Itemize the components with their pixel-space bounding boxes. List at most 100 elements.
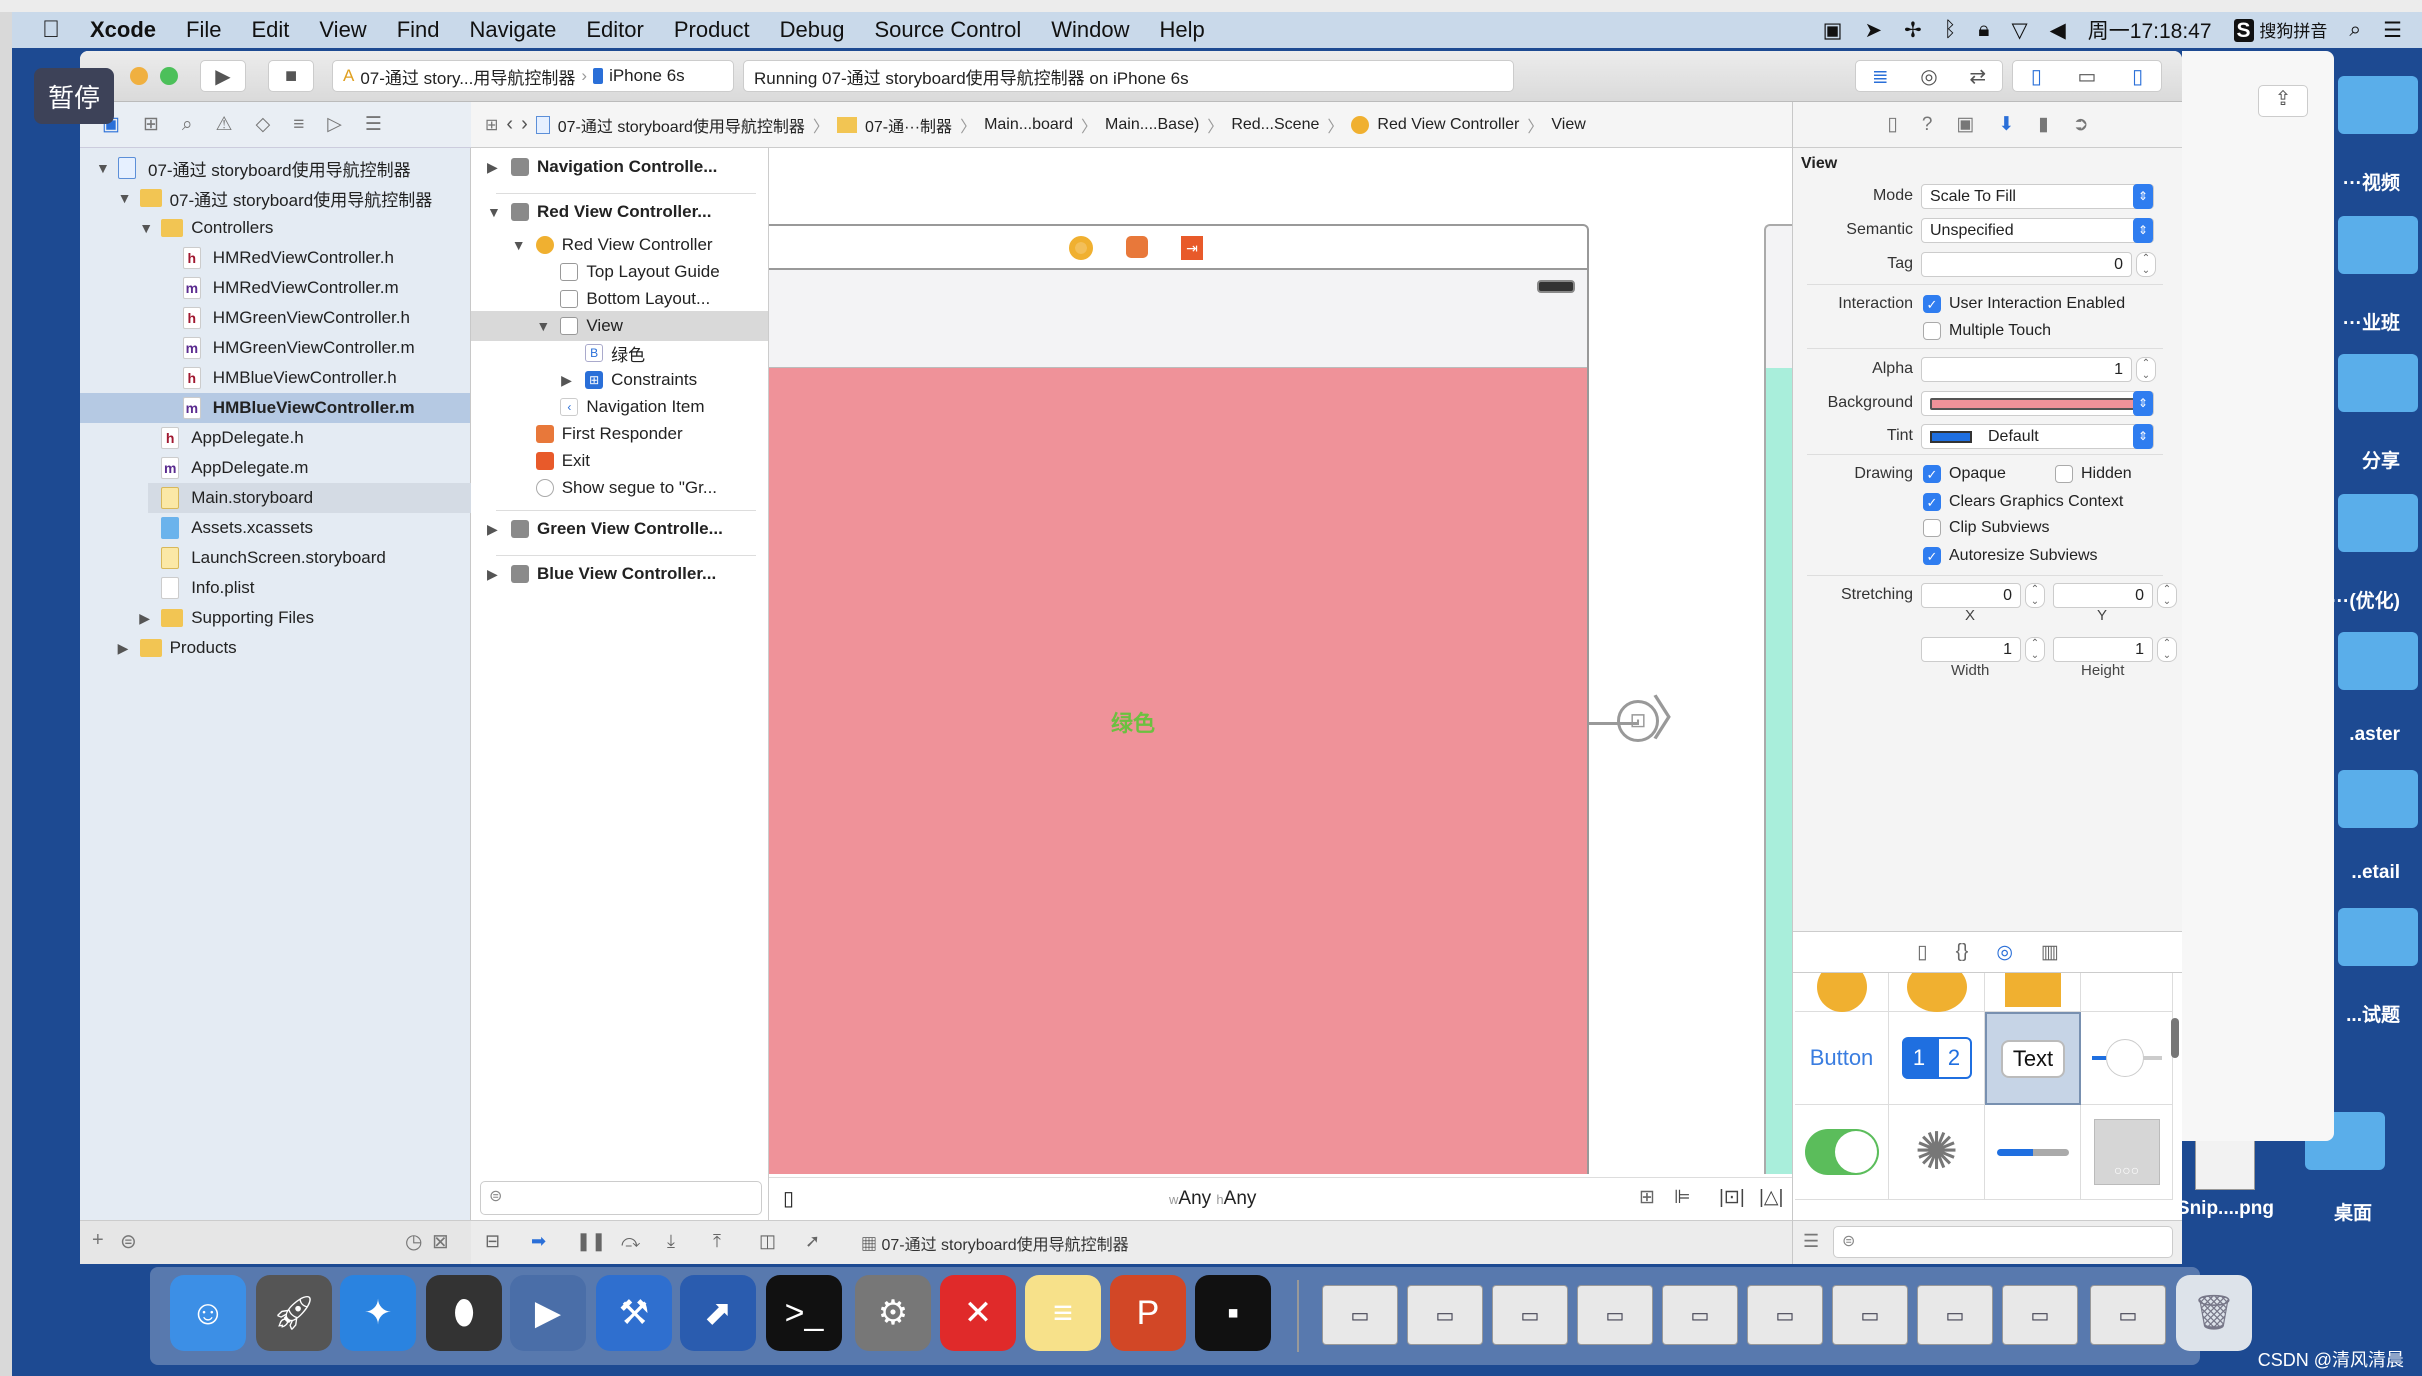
file-template-library-icon[interactable]: ▯: [1917, 941, 1927, 964]
nav-row[interactable]: h AppDelegate.h: [80, 423, 470, 453]
align-icon[interactable]: ⊫: [1674, 1186, 1691, 1209]
snip-file-icon[interactable]: [2195, 1140, 2255, 1190]
library-item-object[interactable]: [1985, 973, 2081, 1012]
user-interaction-enabled-checkbox[interactable]: ✓: [1923, 295, 1941, 313]
nav-row[interactable]: ▼ 07-通过 storyboard使用导航控制器: [80, 183, 470, 213]
autoresize-subviews-checkbox[interactable]: ✓: [1923, 547, 1941, 565]
volume-icon[interactable]: ◀: [2050, 18, 2066, 43]
library-filter-field[interactable]: ⊜: [1833, 1226, 2173, 1258]
stretch-height-field[interactable]: 1: [2053, 637, 2153, 662]
launchpad-icon[interactable]: 🚀︎: [256, 1275, 332, 1351]
location-icon[interactable]: ➤: [1864, 18, 1882, 43]
debug-navigator-icon[interactable]: ≡: [293, 114, 304, 136]
symbol-navigator-icon[interactable]: ⊞: [143, 113, 159, 136]
outline-row[interactable]: Show segue to "Gr...: [471, 473, 768, 503]
disclosure-closed-icon[interactable]: ▶: [487, 159, 498, 176]
breakpoints-toggle-icon[interactable]: ➡: [531, 1231, 546, 1252]
step-into-icon[interactable]: ⤓: [667, 1231, 675, 1252]
stack-icon[interactable]: ⊞: [1639, 1186, 1655, 1209]
hidden-checkbox[interactable]: [2055, 465, 2073, 483]
tint-color-select[interactable]: Default ⇕: [1921, 424, 2154, 449]
nav-row[interactable]: ▶ Supporting Files: [80, 603, 470, 633]
safari-icon[interactable]: ✦: [340, 1275, 416, 1351]
menu-help[interactable]: Help: [1160, 17, 1205, 43]
jump-item-view[interactable]: View: [1551, 116, 1585, 134]
outline-row[interactable]: Top Layout Guide: [471, 257, 768, 287]
exec-icon[interactable]: ▪: [1195, 1275, 1271, 1351]
pause-execution-icon[interactable]: ❚❚: [576, 1231, 606, 1252]
photo-slideshow-icon[interactable]: ▶: [510, 1275, 586, 1351]
green-button[interactable]: 绿色: [1111, 706, 1155, 738]
trash-icon[interactable]: 🗑︎: [2176, 1275, 2252, 1351]
jump-item-project[interactable]: 07-通过 storyboard使用导航控制器: [558, 113, 805, 137]
outline-row[interactable]: ▼ View: [471, 311, 768, 341]
exit-icon[interactable]: ⇥: [1181, 236, 1203, 260]
desktop-folder-icon[interactable]: [2338, 216, 2418, 274]
desktop-folder-icon[interactable]: [2338, 770, 2418, 828]
jump-item-group[interactable]: 07-通···制器: [865, 113, 952, 137]
report-navigator-icon[interactable]: ☰: [365, 113, 382, 136]
first-responder-icon[interactable]: [1126, 236, 1148, 258]
background-color-well[interactable]: ⇕: [1921, 391, 2154, 416]
clock[interactable]: 周一17:18:47: [2088, 15, 2212, 45]
outline-row[interactable]: ▶ Blue View Controller...: [471, 559, 768, 589]
recent-files-icon[interactable]: ◷: [405, 1229, 422, 1254]
disclosure-open-icon[interactable]: ▼: [96, 160, 110, 176]
red-view-controller-scene[interactable]: ⇥ 绿色: [769, 224, 1589, 1174]
red-view[interactable]: 绿色: [769, 368, 1587, 1174]
size-class-control[interactable]: wAny hAny: [1169, 1188, 1256, 1210]
desktop-folder-label[interactable]: ···业班: [2343, 308, 2400, 335]
library-item-activity-indicator[interactable]: ✺: [1889, 1105, 1985, 1200]
opaque-checkbox[interactable]: ✓: [1923, 465, 1941, 483]
object-library-icon[interactable]: ◎: [1996, 941, 2013, 964]
nav-row[interactable]: Assets.xcassets: [80, 513, 470, 543]
tag-stepper[interactable]: ⌃ ⌄: [2136, 252, 2156, 277]
code-snippet-library-icon[interactable]: {}: [1956, 941, 1969, 963]
outline-row[interactable]: ▶ Navigation Controlle...: [471, 152, 768, 182]
disclosure-closed-icon[interactable]: ▶: [561, 372, 572, 389]
run-button[interactable]: ▶: [200, 60, 246, 92]
hide-debug-area-icon[interactable]: ⊟: [485, 1231, 500, 1252]
find-navigator-icon[interactable]: ⌕: [182, 114, 193, 136]
spotlight-icon[interactable]: ⌕: [2349, 18, 2361, 42]
pin-icon[interactable]: |⊡|: [1719, 1186, 1745, 1209]
green-view-controller-scene[interactable]: [1764, 224, 1792, 1174]
nav-row[interactable]: m HMGreenViewController.m: [80, 333, 470, 363]
minimized-window-icon[interactable]: ▭: [1832, 1285, 1908, 1345]
library-item-slider[interactable]: [2081, 1012, 2173, 1105]
library-item-page-control[interactable]: ○○○: [2081, 1105, 2173, 1200]
nav-row[interactable]: h HMGreenViewController.h: [80, 303, 470, 333]
menu-debug[interactable]: Debug: [780, 17, 845, 43]
apple-icon[interactable]: : [42, 16, 60, 44]
minimized-window-icon[interactable]: ▭: [2090, 1285, 2166, 1345]
source-control-filter-icon[interactable]: ⊠: [432, 1229, 449, 1254]
share-button[interactable]: ⇪: [2258, 85, 2308, 117]
forward-button[interactable]: ›: [521, 113, 528, 136]
stretch-width-field[interactable]: 1: [1921, 637, 2021, 662]
desktop-folder-icon[interactable]: [2338, 76, 2418, 134]
stretch-x-field[interactable]: 0: [1921, 583, 2021, 608]
menu-editor[interactable]: Editor: [586, 17, 643, 43]
outline-row[interactable]: First Responder: [471, 419, 768, 449]
library-item-label[interactable]: [2081, 973, 2173, 1012]
minimized-window-icon[interactable]: ▭: [1577, 1285, 1653, 1345]
disclosure-open-icon[interactable]: ▼: [118, 190, 132, 206]
xcode-icon[interactable]: ⚒: [596, 1275, 672, 1351]
simulate-location-icon[interactable]: ➚: [805, 1231, 820, 1252]
desktop-folder-icon[interactable]: [2338, 632, 2418, 690]
nav-row[interactable]: ▼ 07-通过 storyboard使用导航控制器: [80, 153, 470, 183]
outline-row[interactable]: B 绿色: [471, 338, 768, 368]
nav-row[interactable]: m HMRedViewController.m: [80, 273, 470, 303]
desktop-folder-icon[interactable]: [2338, 908, 2418, 966]
nav-row[interactable]: Main.storyboard: [148, 483, 471, 513]
outline-row[interactable]: Bottom Layout...: [471, 284, 768, 314]
resolve-issues-icon[interactable]: |△|: [1759, 1186, 1783, 1209]
menu-find[interactable]: Find: [397, 17, 440, 43]
minimized-window-icon[interactable]: ▭: [1747, 1285, 1823, 1345]
filter-icon[interactable]: ⊜: [120, 1229, 137, 1254]
desktop-folder-label[interactable]: ···视频: [2343, 168, 2400, 195]
desktop-folder-label[interactable]: .aster: [2349, 724, 2400, 746]
jump-item-controller[interactable]: Red View Controller: [1377, 116, 1519, 134]
test-navigator-icon[interactable]: ◇: [256, 113, 271, 136]
fan-icon[interactable]: ✢: [1904, 18, 1922, 43]
